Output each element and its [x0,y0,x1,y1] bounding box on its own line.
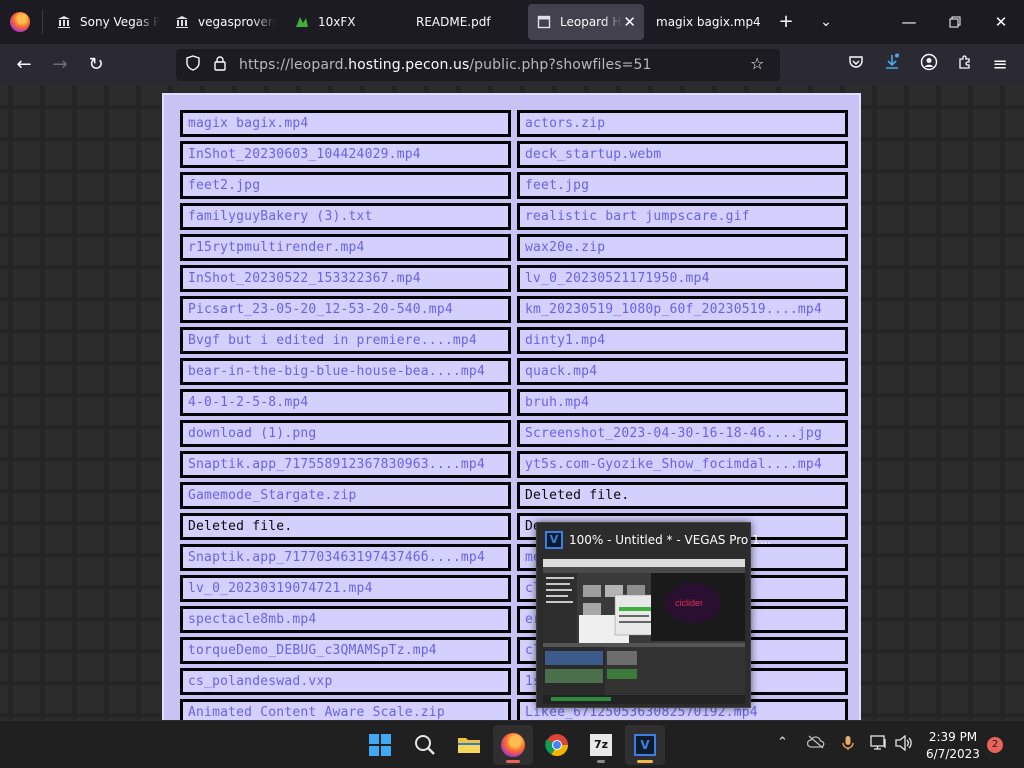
chevron-up-icon[interactable]: ⌃ [777,735,788,750]
museum-icon [56,14,72,30]
file-link[interactable]: wax20e.zip [517,234,848,261]
account-icon[interactable] [917,53,941,77]
tab-label: README.pdf [416,15,491,29]
shield-icon[interactable] [185,55,201,75]
file-link[interactable]: torqueDemo_DEBUG_c3QMAMSpTz.mp4 [180,637,511,664]
downloads-icon[interactable] [880,53,904,77]
clock-date: 6/7/2023 [926,747,980,761]
file-link[interactable]: bruh.mp4 [517,389,848,416]
tab-label: Leopard Ho [560,15,622,29]
back-arrow-icon[interactable]: ← [12,53,36,77]
firefox-logo-icon[interactable] [10,12,30,32]
vegas-pro-taskbar-icon[interactable]: V [625,725,665,765]
file-link[interactable]: realistic bart jumpscare.gif [517,203,848,230]
clock-time: 2:39 PM [928,730,978,744]
file-link: Deleted file. [517,482,848,509]
system-clock[interactable]: 2:39 PM 6/7/2023 [920,729,986,763]
tab-label: vegasproversio [198,15,276,29]
tab-list-chevron-down-icon[interactable]: ⌄ [814,10,838,34]
address-bar[interactable]: https://leopard.hosting.pecon.us/public.… [176,49,780,81]
file-link[interactable]: Screenshot_2023-04-30-16-18-46....jpg [517,420,848,447]
file-link[interactable]: InShot_20230603_104424029.mp4 [180,141,511,168]
file-link[interactable]: familyguyBakery (3).txt [180,203,511,230]
running-indicator [597,760,605,763]
maximize-icon[interactable] [932,0,978,44]
focused-indicator [637,760,653,763]
tab-sony-vegas[interactable]: Sony Vegas Pr [50,4,160,40]
file-link[interactable]: feet2.jpg [180,172,511,199]
tab-label: magix bagix.mp4 [656,15,761,29]
file-link[interactable]: Picsart_23-05-20_12-53-20-540.mp4 [180,296,511,323]
file-link[interactable]: InShot_20230522_153322367.mp4 [180,265,511,292]
network-icon[interactable] [870,735,888,755]
taskbar-window-preview[interactable]: V 100% - Untitled * - VEGAS Pro 1... cic… [536,522,771,708]
firefox-taskbar-icon[interactable] [493,725,533,765]
file-link[interactable]: r15rytpmultirender.mp4 [180,234,511,261]
lock-icon[interactable] [213,55,227,75]
notification-badge[interactable]: 2 [987,737,1003,753]
file-link[interactable]: download (1).png [180,420,511,447]
vegas-logo-icon: V [545,531,563,549]
file-explorer-folder-icon[interactable] [449,725,489,765]
file-link[interactable]: feet.jpg [517,172,848,199]
file-link[interactable]: Snaptik.app_71755891236783096З....mp4 [180,451,511,478]
page-viewport: magix bagix.mp4 actors.zip InShot_20230603… [0,86,1024,720]
cloud-offline-icon[interactable] [806,735,825,753]
tab-leopard-hosting[interactable]: Leopard Ho ✕ [528,4,644,40]
pocket-icon[interactable] [844,53,868,77]
file-link[interactable]: magix bagix.mp4 [180,110,511,137]
file-link[interactable]: dinty1.mp4 [517,327,848,354]
tab-strip: Sony Vegas Pr vegasproversio 10xFX READM… [0,0,1024,44]
file-link[interactable]: lv_0_20230319074721.mp4 [180,575,511,602]
navigation-toolbar: ← → ↻ https://leopard.hosting.pecon.us/p… [0,44,1024,86]
file-link[interactable]: yt5s.com-Gyozike_Show_focimdal....mp4 [517,451,848,478]
tab-label: 10xFX [318,15,356,29]
close-tab-icon[interactable]: ✕ [623,13,636,31]
tab-readme[interactable]: README.pdf [408,4,518,40]
url-text[interactable]: https://leopard.hosting.pecon.us/public.… [239,57,651,73]
tab-label: Sony Vegas Pr [80,15,160,29]
file-link[interactable]: bear-in-the-big-blue-house-bea....mp4 [180,358,511,385]
preview-thumbnail[interactable]: ciclider [543,559,745,704]
running-indicator [506,760,520,763]
file-link[interactable]: 4-0-1-2-5-8.mp4 [180,389,511,416]
windows-taskbar: 7z V ⌃ 2:39 PM 6/7/2023 [0,720,1024,768]
chrome-icon[interactable] [537,725,577,765]
museum-icon [174,14,190,30]
file-link[interactable]: Snaptik.app_71770346319743746б....mp4 [180,544,511,571]
tab-magix-bagix[interactable]: magix bagix.mp4 [648,4,766,40]
minimize-icon[interactable]: — [886,0,932,44]
tab-10xfx[interactable]: 10xFX [288,4,398,40]
file-link[interactable]: quack.mp4 [517,358,848,385]
file-link: Deleted file. [180,513,511,540]
file-link[interactable]: km_20230519_1080p_60f_20230519....mp4 [517,296,848,323]
preview-thumb-text: ciclider [675,598,703,608]
file-link[interactable]: lv_0_20230521171950.mp4 [517,265,848,292]
bookmark-star-icon[interactable]: ☆ [750,54,764,73]
7zip-icon[interactable]: 7z [581,725,621,765]
forward-arrow-icon[interactable]: → [48,53,72,77]
file-link[interactable]: Gamemode_Stargate.zip [180,482,511,509]
file-link[interactable]: actors.zip [517,110,848,137]
speaker-volume-icon[interactable] [895,734,913,755]
green-logo-icon [294,14,310,30]
tab-vegasproversion[interactable]: vegasproversio [168,4,276,40]
file-link[interactable]: deck_startup.webm [517,141,848,168]
reload-icon[interactable]: ↻ [84,53,108,77]
microphone-icon[interactable] [842,735,854,755]
file-link[interactable]: Animated Content Aware Scale.zip [180,699,511,720]
extensions-puzzle-icon[interactable] [953,53,977,77]
start-windows-icon[interactable] [360,725,400,765]
search-icon[interactable] [405,725,445,765]
tab-separator [42,10,43,34]
file-link[interactable]: cs_polandeswad.vxp [180,668,511,695]
file-link[interactable]: spectacle8mb.mp4 [180,606,511,633]
menu-hamburger-icon[interactable]: ≡ [988,53,1012,77]
page-icon [536,14,552,30]
file-link[interactable]: Bvgf but i edited in premiere....mp4 [180,327,511,354]
file-list-panel: magix bagix.mp4 actors.zip InShot_20230603… [162,93,861,720]
preview-title: 100% - Untitled * - VEGAS Pro 1... [569,533,772,547]
close-window-icon[interactable]: ✕ [978,0,1024,44]
new-tab-plus-icon[interactable]: + [774,10,798,34]
